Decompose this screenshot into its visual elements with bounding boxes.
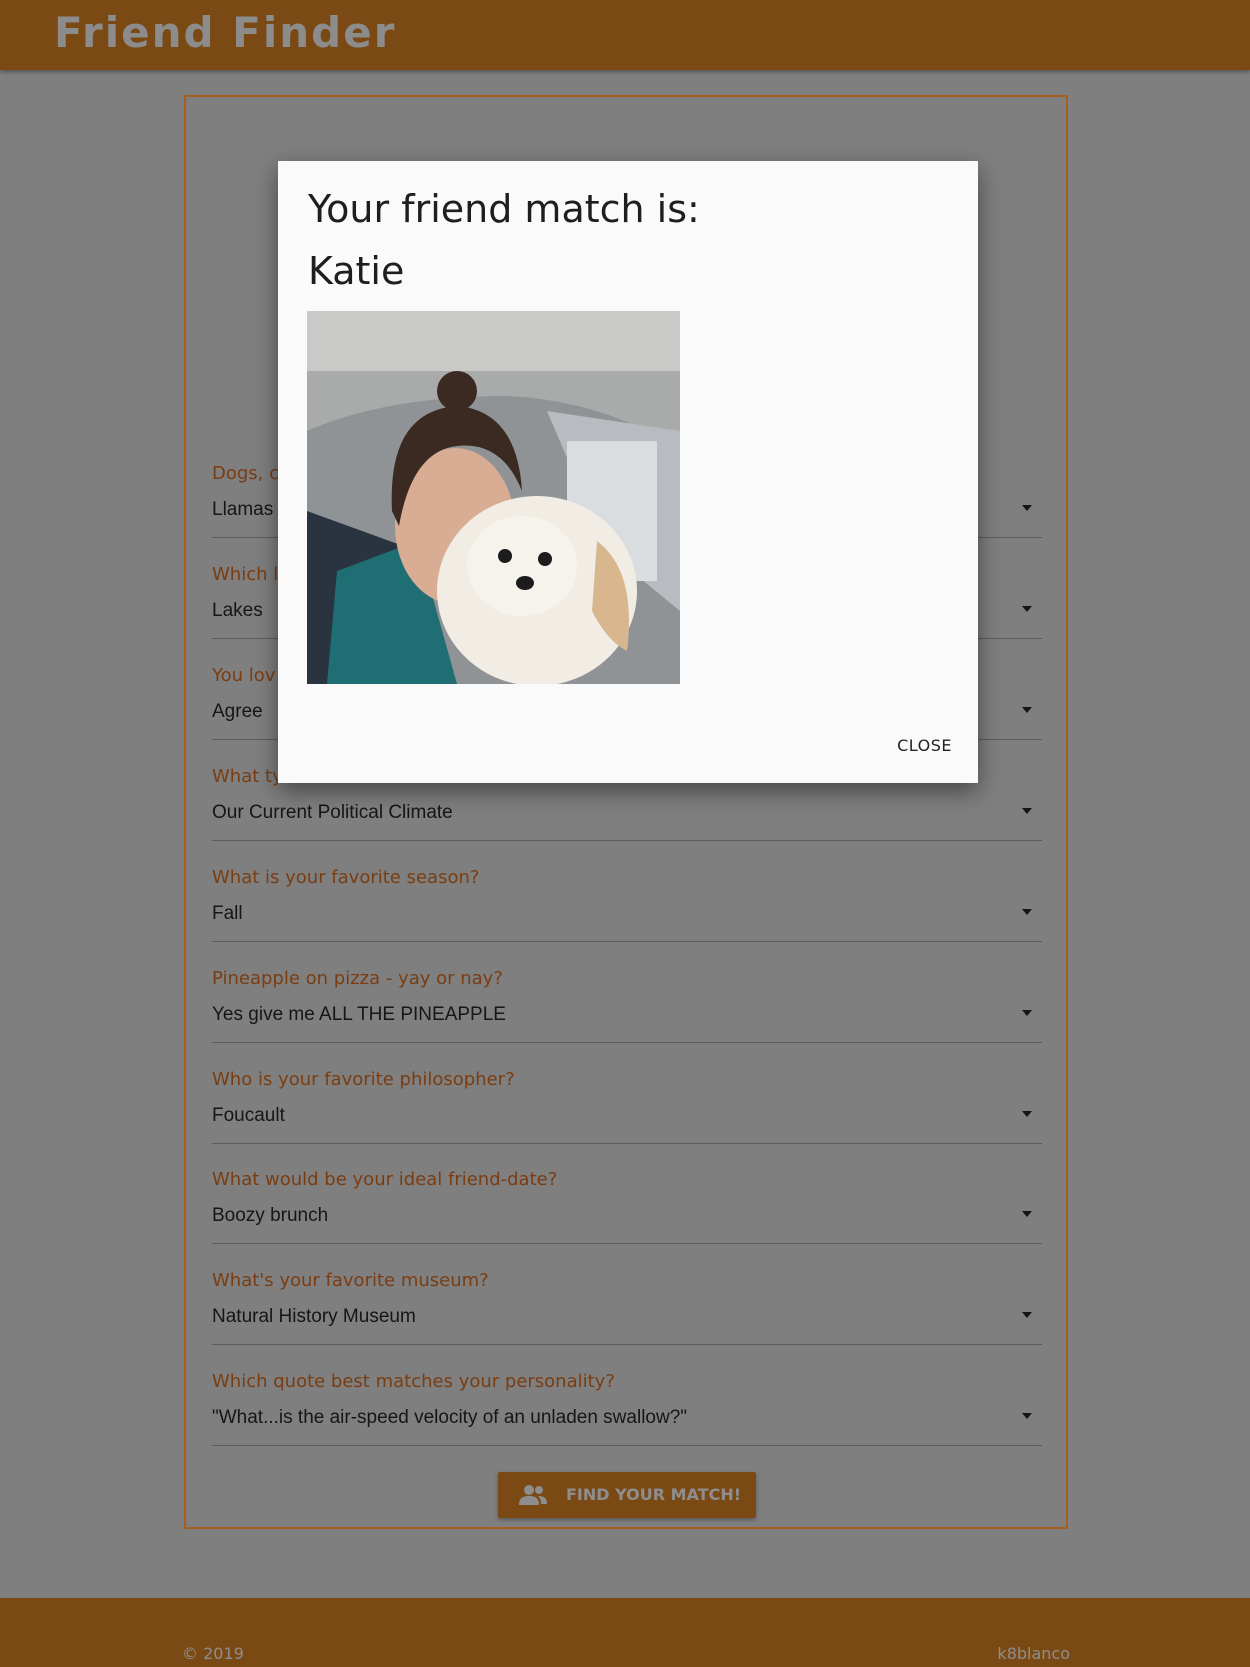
dropdown-caret-icon[interactable] [1022, 1211, 1032, 1217]
select-underline [212, 1243, 1042, 1244]
users-icon [518, 1484, 548, 1509]
dropdown-caret-icon[interactable] [1022, 1010, 1032, 1016]
find-match-label: FIND YOUR MATCH! [566, 1485, 742, 1504]
dropdown-caret-icon[interactable] [1022, 1413, 1032, 1419]
modal-title: Your friend match is: [308, 187, 700, 231]
question-label: What's your favorite museum? [212, 1270, 489, 1291]
question-select-value[interactable]: "What...is the air-speed velocity of an … [212, 1407, 687, 1429]
question-select-value[interactable]: Llamas [212, 499, 273, 521]
question-6[interactable]: Pineapple on pizza - yay or nay? Yes giv… [212, 968, 1042, 1062]
select-underline [212, 1143, 1042, 1144]
question-select-value[interactable]: Our Current Political Climate [212, 802, 453, 824]
question-select-value[interactable]: Lakes [212, 600, 263, 622]
question-9[interactable]: What's your favorite museum? Natural His… [212, 1270, 1042, 1364]
select-underline [212, 840, 1042, 841]
page-footer: © 2019 k8blanco [0, 1598, 1250, 1667]
copyright-text: © 2019 [182, 1644, 244, 1663]
brand-logo[interactable]: Friend Finder [54, 8, 396, 57]
author-link[interactable]: k8blanco [997, 1644, 1070, 1663]
question-label: You lov [212, 665, 276, 686]
question-select-value[interactable]: Boozy brunch [212, 1205, 328, 1227]
question-label: What ty [212, 766, 283, 787]
dropdown-caret-icon[interactable] [1022, 808, 1032, 814]
select-underline [212, 1042, 1042, 1043]
find-match-button[interactable]: FIND YOUR MATCH! [498, 1472, 756, 1518]
match-modal: Your friend match is: Katie CLOSE [278, 161, 978, 783]
question-select-value[interactable]: Agree [212, 701, 263, 723]
question-label: Which l [212, 564, 279, 585]
question-5[interactable]: What is your favorite season? Fall [212, 867, 1042, 961]
dropdown-caret-icon[interactable] [1022, 909, 1032, 915]
select-underline [212, 941, 1042, 942]
close-button[interactable]: CLOSE [897, 736, 952, 755]
question-label: Which quote best matches your personalit… [212, 1371, 615, 1392]
match-photo [307, 311, 680, 686]
question-label: What is your favorite season? [212, 867, 480, 888]
dropdown-caret-icon[interactable] [1022, 1111, 1032, 1117]
dropdown-caret-icon[interactable] [1022, 1312, 1032, 1318]
select-underline [212, 1344, 1042, 1345]
dropdown-caret-icon[interactable] [1022, 505, 1032, 511]
question-10[interactable]: Which quote best matches your personalit… [212, 1371, 1042, 1465]
question-select-value[interactable]: Yes give me ALL THE PINEAPPLE [212, 1004, 506, 1026]
question-select-value[interactable]: Foucault [212, 1105, 285, 1127]
question-select-value[interactable]: Natural History Museum [212, 1306, 416, 1328]
question-label: Dogs, c [212, 463, 280, 484]
match-name: Katie [308, 249, 405, 293]
question-select-value[interactable]: Fall [212, 903, 243, 925]
select-underline [212, 1445, 1042, 1446]
dropdown-caret-icon[interactable] [1022, 707, 1032, 713]
question-8[interactable]: What would be your ideal friend-date? Bo… [212, 1169, 1042, 1263]
dropdown-caret-icon[interactable] [1022, 606, 1032, 612]
question-label: What would be your ideal friend-date? [212, 1169, 558, 1190]
question-label: Pineapple on pizza - yay or nay? [212, 968, 503, 989]
question-7[interactable]: Who is your favorite philosopher? Foucau… [212, 1069, 1042, 1163]
question-label: Who is your favorite philosopher? [212, 1069, 515, 1090]
top-navbar: Friend Finder [0, 0, 1250, 70]
